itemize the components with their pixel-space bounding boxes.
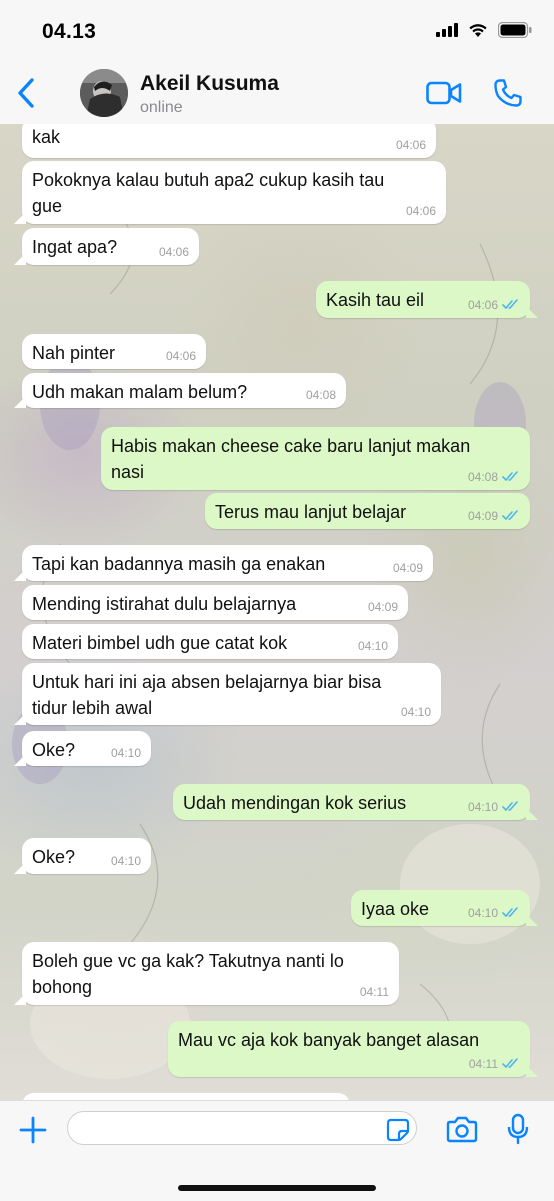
message-input[interactable] [67, 1111, 417, 1145]
message-timestamp: 04:06 [158, 245, 189, 259]
read-receipt-icon [502, 299, 518, 309]
bubble-tail [14, 862, 26, 874]
outgoing-message[interactable]: Udah mendingan kok serius 04:10 [173, 784, 538, 820]
battery-icon [498, 22, 532, 38]
incoming-message[interactable]: kak 04:06 [22, 124, 436, 158]
message-text: Pokoknya kalau butuh apa2 cukup kasih ta… [32, 170, 385, 190]
back-chevron-icon[interactable] [14, 76, 38, 110]
message-timestamp: 04:06 [395, 138, 426, 152]
bubble-tail [14, 253, 26, 265]
outgoing-message[interactable]: Iyaa oke 04:10 [351, 890, 538, 926]
message-timestamp: 04:06 [165, 349, 196, 363]
message-timestamp: 04:10 [467, 906, 498, 920]
status-bar: 04.13 [0, 0, 554, 62]
plus-icon[interactable] [18, 1115, 48, 1145]
incoming-message-partial[interactable] [22, 1093, 350, 1100]
message-text: Oke? [32, 847, 76, 867]
read-receipt-icon [502, 1058, 518, 1068]
outgoing-message[interactable]: Terus mau lanjut belajar 04:09 [205, 493, 530, 529]
bubble-tail [14, 569, 26, 581]
incoming-message[interactable]: Nah pinter 04:06 [22, 334, 206, 369]
phone-call-icon[interactable] [493, 78, 523, 108]
message-text: Udh makan malam belum? [32, 382, 248, 402]
avatar[interactable] [80, 69, 128, 117]
signal-icon [436, 23, 458, 37]
bubble-tail [526, 1065, 538, 1077]
incoming-message[interactable]: Udh makan malam belum? 04:08 [14, 373, 346, 408]
message-timestamp: 04:06 [467, 298, 498, 312]
incoming-message[interactable]: Mending istirahat dulu belajarnya 04:09 [22, 585, 408, 620]
message-timestamp: 04:10 [467, 800, 498, 814]
message-text: Nah pinter [32, 343, 116, 363]
composer-bar [0, 1100, 554, 1201]
message-text: Materi bimbel udh gue catat kok [32, 633, 288, 653]
message-timestamp: 04:10 [357, 639, 388, 653]
bubble-tail [526, 808, 538, 820]
outgoing-message[interactable]: Kasih tau eil 04:06 [316, 281, 538, 318]
outgoing-message[interactable]: Habis makan cheese cake baru lanjut maka… [101, 427, 530, 490]
avatar-photo [80, 69, 128, 117]
bubble-tail [14, 212, 26, 224]
bubble-tail [526, 914, 538, 926]
incoming-message[interactable]: Materi bimbel udh gue catat kok 04:10 [22, 624, 398, 659]
message-text: Habis makan cheese cake baru lanjut maka… [111, 436, 471, 456]
incoming-message[interactable]: Pokoknya kalau butuh apa2 cukup kasih ta… [14, 161, 446, 224]
chat-header: Akeil Kusuma online [0, 62, 554, 125]
status-icons [436, 22, 532, 38]
microphone-icon[interactable] [507, 1113, 529, 1145]
message-list[interactable]: kak 04:06 Pokoknya kalau butuh apa2 cukup … [0, 124, 554, 1100]
message-text: tidur lebih awal [32, 698, 153, 718]
message-text: Kasih tau eil [326, 290, 425, 310]
message-text: Mending istirahat dulu belajarnya [32, 594, 297, 614]
message-text: Oke? [32, 740, 76, 760]
home-indicator [178, 1185, 376, 1191]
message-timestamp: 04:10 [110, 854, 141, 868]
message-text: Boleh gue vc ga kak? Takutnya nanti lo [32, 951, 344, 971]
incoming-message[interactable]: Tapi kan badannya masih ga enakan 04:09 [14, 545, 433, 581]
bubble-tail [14, 713, 26, 725]
message-text: Ingat apa? [32, 237, 118, 257]
message-text: bohong [32, 977, 93, 997]
message-timestamp: 04:09 [467, 509, 498, 523]
status-time: 04.13 [42, 20, 97, 43]
read-receipt-icon [502, 471, 518, 481]
bubble-tail [14, 396, 26, 408]
outgoing-message[interactable]: Mau vc aja kok banyak banget alasan 04:11 [168, 1021, 538, 1077]
message-text: Iyaa oke [361, 899, 430, 919]
message-text: gue [32, 196, 63, 216]
message-text: kak [32, 127, 61, 147]
camera-icon[interactable] [446, 1115, 478, 1143]
read-receipt-icon [502, 907, 518, 917]
incoming-message[interactable]: Oke? 04:10 [14, 731, 151, 766]
video-call-icon[interactable] [426, 80, 462, 106]
incoming-message[interactable]: Oke? 04:10 [14, 838, 151, 874]
message-timestamp: 04:08 [467, 470, 498, 484]
message-timestamp: 04:11 [468, 1057, 498, 1071]
message-text: Tapi kan badannya masih ga enakan [32, 554, 326, 574]
bubble-tail [526, 306, 538, 318]
read-receipt-icon [502, 510, 518, 520]
message-timestamp: 04:10 [400, 705, 431, 719]
incoming-message[interactable]: Untuk hari ini aja absen belajarnya biar… [14, 663, 441, 725]
bubble-tail [14, 754, 26, 766]
read-receipt-icon [502, 801, 518, 811]
message-text: nasi [111, 462, 145, 482]
sticker-icon[interactable] [386, 1118, 410, 1142]
wifi-icon [469, 23, 487, 37]
message-timestamp: 04:08 [305, 388, 336, 402]
message-timestamp: 04:11 [359, 985, 389, 999]
contact-status: online [140, 99, 183, 116]
incoming-message[interactable]: Ingat apa? 04:06 [14, 228, 199, 265]
message-text: Terus mau lanjut belajar [215, 502, 407, 522]
incoming-message[interactable]: Boleh gue vc ga kak? Takutnya nanti lo bo… [14, 942, 399, 1005]
message-timestamp: 04:06 [405, 204, 436, 218]
message-timestamp: 04:09 [367, 600, 398, 614]
message-text: Udah mendingan kok serius [183, 793, 407, 813]
message-text: Untuk hari ini aja absen belajarnya biar… [32, 672, 382, 692]
message-timestamp: 04:10 [110, 746, 141, 760]
message-text: Mau vc aja kok banyak banget alasan [178, 1030, 480, 1050]
bubble-tail [14, 993, 26, 1005]
contact-name[interactable]: Akeil Kusuma [140, 72, 279, 96]
message-timestamp: 04:09 [392, 561, 423, 575]
